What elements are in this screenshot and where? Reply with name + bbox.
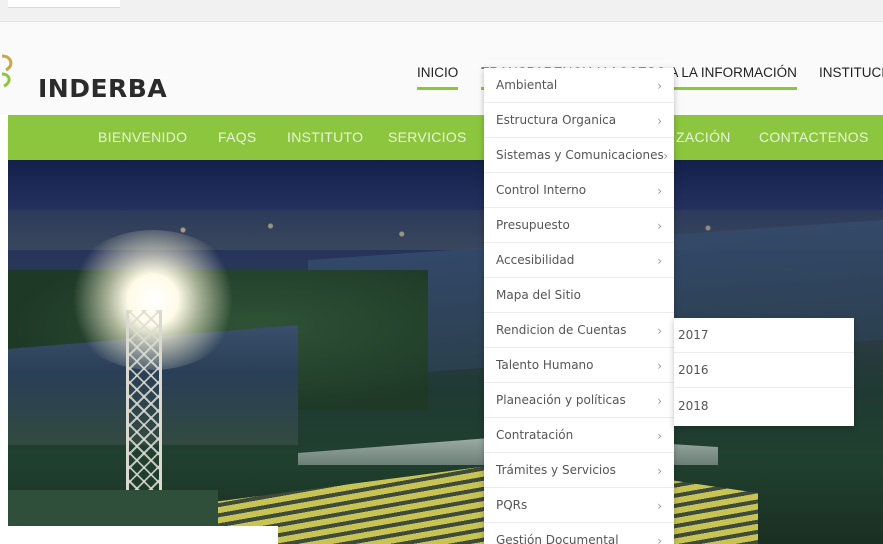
submenu-item-2016[interactable]: 2016 [674, 353, 854, 388]
dropdown-item-sistemas[interactable]: Sistemas y Comunicaciones › [484, 138, 674, 173]
dropdown-item-presupuesto[interactable]: Presupuesto › [484, 208, 674, 243]
dropdown-item-label: Control Interno [496, 183, 587, 197]
nav-contactenos[interactable]: CONTACTENOS [759, 129, 869, 145]
nav-servicios[interactable]: SERVICIOS [388, 129, 467, 145]
dropdown-item-tramites[interactable]: Trámites y Servicios › [484, 453, 674, 488]
dropdown-item-contratacion[interactable]: Contratación › [484, 418, 674, 453]
dropdown-item-label: Talento Humano [496, 358, 594, 372]
nav-instituto[interactable]: INSTITUTO [287, 129, 363, 145]
dropdown-item-label: Sistemas y Comunicaciones [496, 148, 664, 162]
dropdown-item-gestion-documental[interactable]: Gestión Documental › [484, 523, 674, 544]
dropdown-item-label: Ambiental [496, 78, 558, 92]
transparencia-dropdown: Ambiental › Estructura Organica › Sistemas… [484, 68, 674, 544]
dropdown-item-ambiental[interactable]: Ambiental › [484, 68, 674, 103]
chevron-right-icon: › [657, 394, 662, 408]
secondary-nav: BIENVENIDO FAQS INSTITUTO SERVICIOS ZACI… [8, 115, 883, 160]
dropdown-item-planeacion[interactable]: Planeación y políticas › [484, 383, 674, 418]
nav-institucional[interactable]: INSTITUCI [819, 65, 883, 90]
chevron-right-icon: › [657, 219, 662, 233]
dropdown-item-talento-humano[interactable]: Talento Humano › [484, 348, 674, 383]
submenu-item-2018[interactable]: 2018 [674, 388, 854, 423]
nav-bienvenido[interactable]: BIENVENIDO [98, 129, 187, 145]
chevron-right-icon: › [657, 534, 662, 544]
dropdown-item-label: Contratación [496, 428, 574, 442]
chevron-right-icon: › [657, 464, 662, 478]
chevron-right-icon: › [657, 359, 662, 373]
dropdown-item-label: PQRs [496, 498, 528, 512]
dropdown-item-pqrs[interactable]: PQRs › [484, 488, 674, 523]
site-header: INDERBA INICIO TRANSPARENCIA Y ACCESO A … [0, 22, 883, 115]
dropdown-item-label: Estructura Organica [496, 113, 617, 127]
hero-stands [198, 460, 758, 544]
chevron-right-icon: › [657, 429, 662, 443]
nav-actualizacion[interactable]: ZACIÓN [676, 129, 731, 145]
dropdown-item-label: Trámites y Servicios [496, 463, 616, 477]
chevron-right-icon: › [657, 184, 662, 198]
top-tab [8, 0, 120, 8]
dropdown-item-label: Accesibilidad [496, 253, 575, 267]
chevron-right-icon: › [657, 254, 662, 268]
dropdown-item-rendicion-de-cuentas[interactable]: Rendicion de Cuentas › [484, 313, 674, 348]
nav-faqs[interactable]: FAQS [218, 129, 257, 145]
main-nav: INICIO TRANSPARENCIA Y ACCESO A LA INFOR… [0, 65, 883, 95]
browser-top-strip [0, 0, 883, 22]
dropdown-item-control-interno[interactable]: Control Interno › [484, 173, 674, 208]
dropdown-item-label: Presupuesto [496, 218, 570, 232]
dropdown-item-label: Rendicion de Cuentas [496, 323, 627, 337]
chevron-right-icon: › [657, 324, 662, 338]
nav-inicio[interactable]: INICIO [417, 65, 459, 90]
chevron-right-icon: › [657, 114, 662, 128]
dropdown-item-label: Planeación y políticas [496, 393, 626, 407]
submenu-item-2017[interactable]: 2017 [674, 318, 854, 353]
dropdown-item-estructura-organica[interactable]: Estructura Organica › [484, 103, 674, 138]
dropdown-item-accesibilidad[interactable]: Accesibilidad › [484, 243, 674, 278]
dropdown-item-mapa-del-sitio[interactable]: Mapa del Sitio [484, 278, 674, 313]
chevron-right-icon: › [657, 79, 662, 93]
chevron-right-icon: › [657, 499, 662, 513]
dropdown-item-label: Gestión Documental [496, 533, 619, 544]
hero-caption-box [8, 526, 278, 544]
chevron-right-icon: › [663, 149, 668, 163]
dropdown-item-label: Mapa del Sitio [496, 288, 581, 302]
rendicion-submenu: 2017 2016 2018 [674, 318, 854, 426]
